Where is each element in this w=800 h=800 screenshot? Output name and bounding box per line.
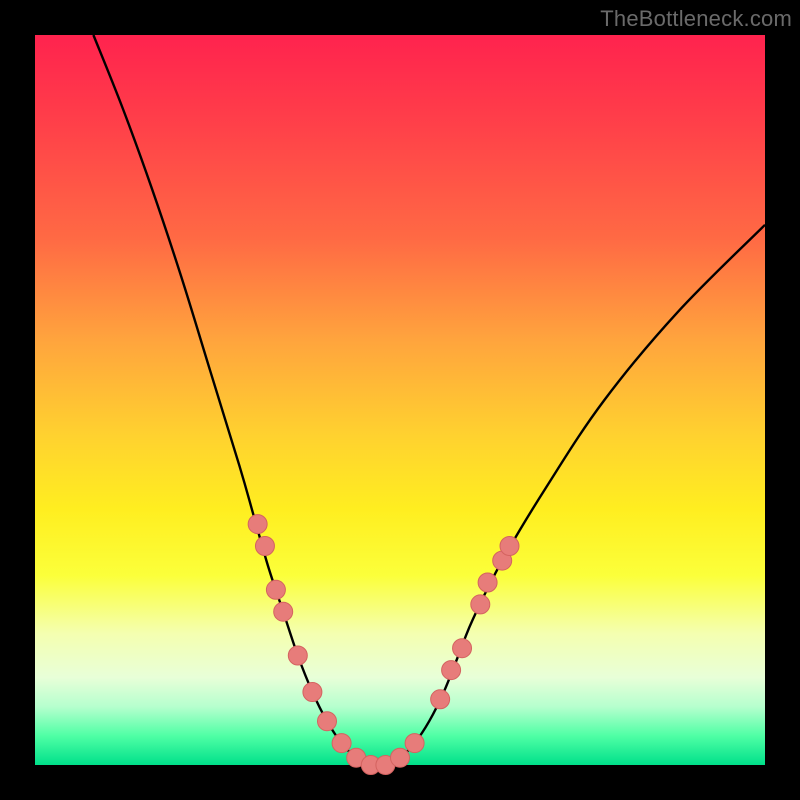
curve-marker	[332, 734, 351, 753]
curve-marker	[266, 580, 285, 599]
curve-marker	[431, 690, 450, 709]
curve-svg	[35, 35, 765, 765]
curve-marker	[478, 573, 497, 592]
curve-marker	[471, 595, 490, 614]
curve-marker	[405, 734, 424, 753]
curve-marker	[453, 639, 472, 658]
curve-marker	[318, 712, 337, 731]
curve-marker	[500, 537, 519, 556]
plot-area	[35, 35, 765, 765]
curve-marker	[442, 661, 461, 680]
curve-marker	[248, 515, 267, 534]
curve-marker	[274, 602, 293, 621]
marker-group	[248, 515, 519, 775]
curve-marker	[255, 537, 274, 556]
curve-marker	[288, 646, 307, 665]
curve-marker	[303, 683, 322, 702]
curve-marker	[391, 748, 410, 767]
bottleneck-curve	[93, 35, 765, 766]
watermark-text: TheBottleneck.com	[600, 6, 792, 32]
chart-frame: TheBottleneck.com	[0, 0, 800, 800]
